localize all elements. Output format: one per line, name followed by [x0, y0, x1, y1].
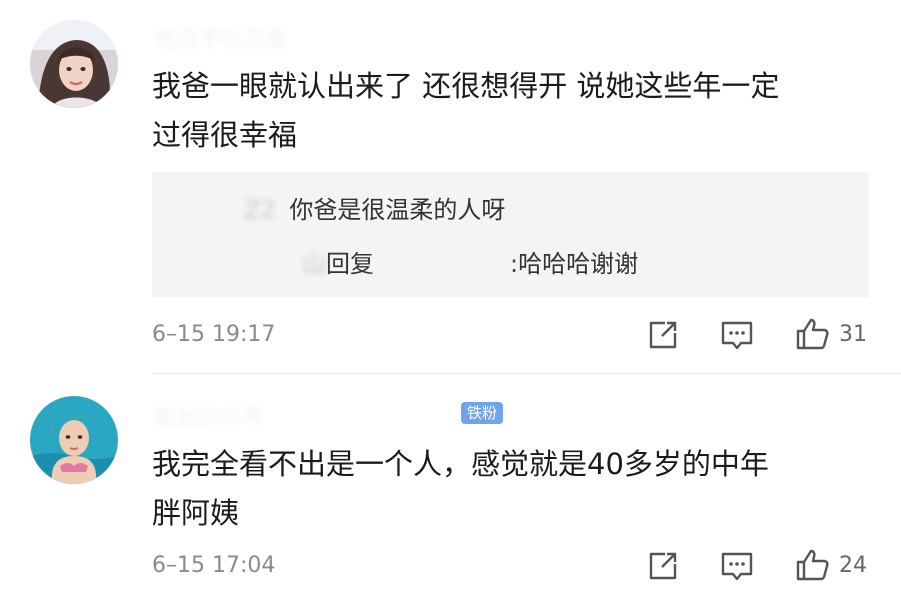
avatar-swimmer-photo-icon [30, 396, 118, 484]
fan-badge: 铁粉 [461, 402, 504, 424]
comment-username[interactable]: 吃瓜不吐瓜皮 [155, 22, 287, 54]
comment-icon [721, 321, 753, 350]
reply-text: 你爸是很温柔的人呀 [289, 196, 506, 224]
share-icon [649, 321, 677, 349]
reply-button[interactable] [719, 317, 755, 353]
reply-item[interactable]: Z2 你爸是很温柔的人呀 [244, 190, 505, 225]
comment-text: 我完全看不出是一个人，感觉就是40多岁的中年 胖阿姨 [152, 440, 872, 538]
reply-keyword: 回复 [326, 250, 374, 278]
share-button[interactable] [645, 317, 681, 353]
reply-to-user[interactable] [374, 255, 510, 275]
comment-icon [721, 552, 753, 581]
share-button[interactable] [645, 548, 681, 584]
thumbs-up-icon [796, 549, 829, 581]
reply-button[interactable] [719, 548, 755, 584]
avatar-woman-photo-icon [30, 20, 118, 108]
reply-item[interactable]: 山回复 :哈哈哈谢谢 [302, 244, 638, 279]
like-count: 31 [839, 321, 867, 347]
like-count: 24 [839, 552, 867, 578]
comment-text: 我爸一眼就认出来了 还很想得开 说她这些年一定 过得很幸福 [152, 62, 872, 160]
thumbs-up-icon [796, 318, 829, 350]
comment-username[interactable]: 粉丝的小号 [155, 400, 265, 432]
reply-username[interactable]: 山 [302, 250, 326, 278]
comment-time: 6–15 19:17 [152, 322, 276, 347]
like-button[interactable]: 24 [795, 547, 867, 583]
like-button[interactable]: 31 [795, 316, 867, 352]
comment-text-line: 胖阿姨 [152, 496, 240, 530]
avatar[interactable] [30, 20, 118, 108]
reply-username[interactable]: Z2 [244, 196, 276, 224]
comment-text-line: 过得很幸福 [152, 118, 298, 152]
comment-text-line: 我完全看不出是一个人，感觉就是40多岁的中年 [152, 447, 769, 481]
comment-text-line: 我爸一眼就认出来了 还很想得开 说她这些年一定 [152, 69, 780, 103]
share-icon [649, 552, 677, 580]
avatar[interactable] [30, 396, 118, 484]
reply-text: :哈哈哈谢谢 [510, 250, 639, 278]
comment-time: 6–15 17:04 [152, 553, 276, 578]
reply-preview-box[interactable]: Z2 你爸是很温柔的人呀 山回复 :哈哈哈谢谢 [152, 172, 869, 297]
comment-divider [152, 373, 901, 374]
